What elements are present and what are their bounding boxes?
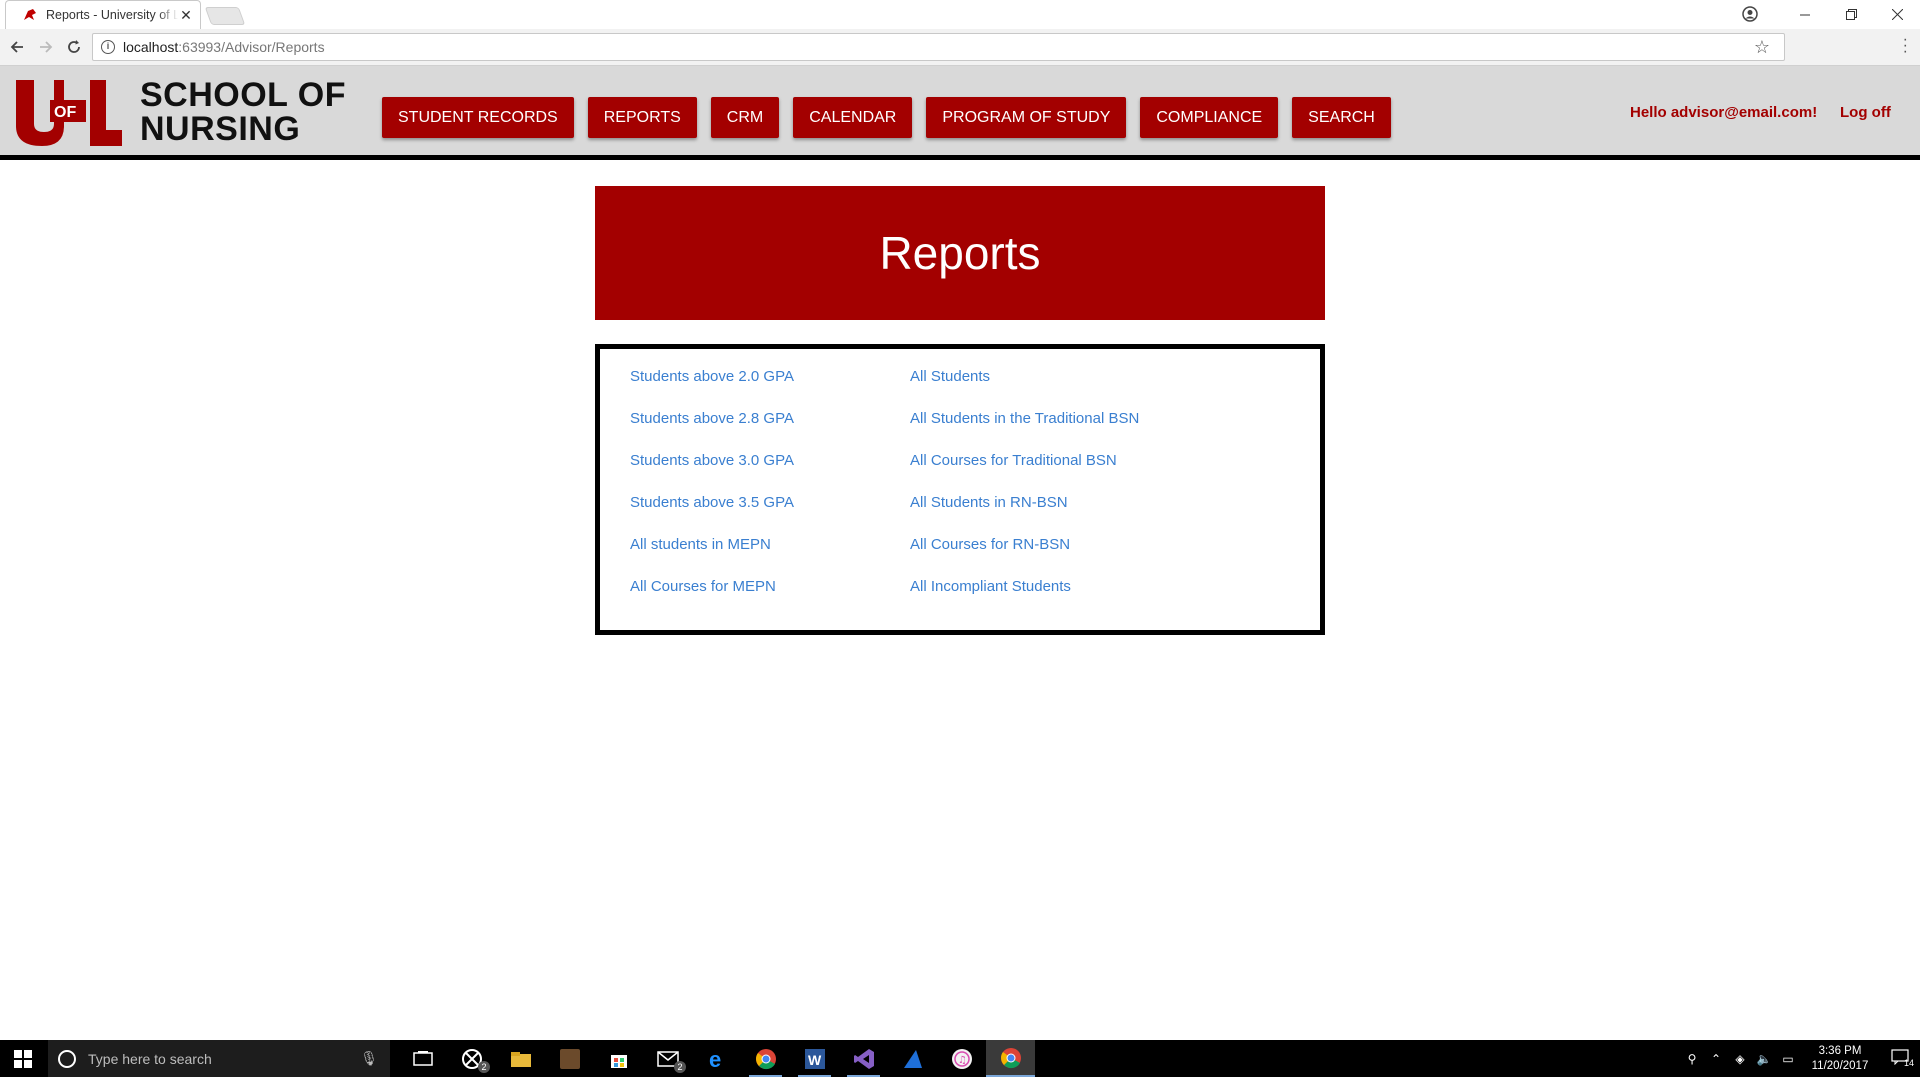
- browser-menu-icon[interactable]: · · ·: [1903, 32, 1908, 60]
- xbox-badge: 2: [478, 1061, 490, 1073]
- nav-crm[interactable]: CRM: [710, 97, 780, 138]
- windows-start-icon[interactable]: [0, 1040, 46, 1077]
- nav-program-of-study[interactable]: PROGRAM OF STUDY: [926, 97, 1127, 138]
- minimize-icon[interactable]: [1782, 0, 1828, 29]
- taskbar-search-box[interactable]: Type here to search 🎙: [48, 1040, 390, 1077]
- minecraft-icon[interactable]: [545, 1040, 594, 1077]
- clock[interactable]: 3:36 PM 11/20/2017: [1800, 1044, 1880, 1074]
- report-link-mepn-students[interactable]: All students in MEPN: [630, 535, 794, 577]
- file-explorer-icon[interactable]: [496, 1040, 545, 1077]
- browser-tabstrip: Reports - University of Louisville ✕: [0, 0, 1920, 29]
- nav-compliance[interactable]: COMPLIANCE: [1140, 97, 1279, 138]
- volume-icon[interactable]: 🔈: [1752, 1052, 1776, 1066]
- address-bar[interactable]: i localhost:63993/Advisor/Reports ☆: [92, 33, 1785, 61]
- user-greeting-link[interactable]: Hello advisor@email.com!: [1630, 104, 1817, 121]
- site-header: OF SCHOOL OF NURSING STUDENT RECORDS REP…: [0, 66, 1920, 160]
- people-icon[interactable]: ⚲: [1680, 1052, 1704, 1066]
- school-name-line2: NURSING: [140, 110, 301, 148]
- svg-text:♫: ♫: [958, 1055, 967, 1066]
- svg-text:W: W: [808, 1052, 822, 1068]
- microphone-icon[interactable]: 🎙: [360, 1050, 378, 1067]
- page-title: Reports: [879, 227, 1041, 279]
- svg-text:OF: OF: [54, 104, 76, 121]
- xbox-icon[interactable]: 2: [447, 1040, 496, 1077]
- chrome-icon[interactable]: [741, 1040, 790, 1077]
- nav-student-records[interactable]: STUDENT RECORDS: [382, 97, 574, 138]
- action-center-icon[interactable]: 14: [1880, 1049, 1920, 1068]
- tab-title: Reports - University of Louisville: [46, 8, 178, 22]
- uofl-logo[interactable]: OF: [14, 78, 124, 148]
- report-link-traditional-bsn-courses[interactable]: All Courses for Traditional BSN: [910, 451, 1139, 493]
- restore-icon[interactable]: [1828, 0, 1874, 29]
- report-link-all-students[interactable]: All Students: [910, 367, 1139, 409]
- store-icon[interactable]: [594, 1040, 643, 1077]
- reports-right-column: All Students All Students in the Traditi…: [910, 367, 1139, 619]
- report-link-rn-bsn-courses[interactable]: All Courses for RN-BSN: [910, 535, 1139, 577]
- cardinal-favicon-icon: [24, 9, 36, 20]
- school-name: SCHOOL OF NURSING: [140, 78, 346, 146]
- dropbox-icon[interactable]: ◈: [1728, 1052, 1752, 1066]
- word-icon[interactable]: W: [790, 1040, 839, 1077]
- mail-icon[interactable]: 2: [643, 1040, 692, 1077]
- new-tab-button[interactable]: [204, 7, 246, 25]
- forward-icon[interactable]: [35, 36, 57, 58]
- window-controls: [1782, 0, 1920, 29]
- notification-count: 14: [1903, 1058, 1914, 1068]
- page-title-banner: Reports: [595, 186, 1325, 320]
- report-link-mepn-courses[interactable]: All Courses for MEPN: [630, 577, 794, 619]
- nav-reports[interactable]: REPORTS: [587, 97, 697, 138]
- show-hidden-icons-icon[interactable]: ⌃: [1704, 1052, 1728, 1066]
- report-link-rn-bsn-students[interactable]: All Students in RN-BSN: [910, 493, 1139, 535]
- report-link-traditional-bsn-students[interactable]: All Students in the Traditional BSN: [910, 409, 1139, 451]
- edge-icon[interactable]: e: [692, 1040, 741, 1077]
- browser-tab[interactable]: Reports - University of Louisville ✕: [5, 0, 201, 29]
- reports-left-column: Students above 2.0 GPA Students above 2.…: [630, 367, 794, 619]
- report-link-gpa-3-0[interactable]: Students above 3.0 GPA: [630, 451, 794, 493]
- network-icon[interactable]: ▭: [1776, 1052, 1800, 1066]
- task-view-icon[interactable]: [398, 1040, 447, 1077]
- profile-icon[interactable]: [1740, 4, 1760, 24]
- chrome-active-icon[interactable]: [986, 1040, 1035, 1077]
- nav-calendar[interactable]: CALENDAR: [793, 97, 913, 138]
- taskbar-search-placeholder: Type here to search: [88, 1050, 212, 1067]
- report-link-gpa-2-8[interactable]: Students above 2.8 GPA: [630, 409, 794, 451]
- report-link-gpa-2-0[interactable]: Students above 2.0 GPA: [630, 367, 794, 409]
- browser-toolbar: i localhost:63993/Advisor/Reports ☆ · · ·: [0, 29, 1920, 66]
- site-info-icon[interactable]: i: [101, 40, 115, 54]
- clock-time: 3:36 PM: [1818, 1044, 1862, 1057]
- system-tray: ⚲ ⌃ ◈ 🔈 ▭ 3:36 PM 11/20/2017 14: [1680, 1040, 1920, 1077]
- visual-studio-icon[interactable]: [839, 1040, 888, 1077]
- school-name-line1: SCHOOL OF: [140, 76, 346, 114]
- reports-panel: Students above 2.0 GPA Students above 2.…: [595, 344, 1325, 635]
- main-nav: STUDENT RECORDS REPORTS CRM CALENDAR PRO…: [382, 97, 1391, 138]
- back-icon[interactable]: [6, 36, 28, 58]
- taskbar: Type here to search 🎙 2 2 e W ♫ ⚲ ⌃ ◈ 🔈 …: [0, 1040, 1920, 1077]
- itunes-icon[interactable]: ♫: [937, 1040, 986, 1077]
- address-url: localhost:63993/Advisor/Reports: [123, 39, 325, 55]
- tab-close-icon[interactable]: ✕: [178, 7, 194, 24]
- log-off-link[interactable]: Log off: [1840, 104, 1891, 121]
- report-link-gpa-3-5[interactable]: Students above 3.5 GPA: [630, 493, 794, 535]
- clock-date: 11/20/2017: [1811, 1059, 1869, 1072]
- mail-badge: 2: [674, 1061, 686, 1073]
- cortana-icon: [58, 1049, 76, 1068]
- taskbar-apps: 2 2 e W ♫: [398, 1040, 1035, 1077]
- svg-text:e: e: [709, 1048, 721, 1070]
- reload-icon[interactable]: [63, 36, 85, 58]
- report-link-incompliant-students[interactable]: All Incompliant Students: [910, 577, 1139, 619]
- bookmark-star-icon[interactable]: ☆: [1754, 37, 1770, 58]
- nav-search[interactable]: SEARCH: [1292, 97, 1391, 138]
- close-window-icon[interactable]: [1874, 0, 1920, 29]
- fin-app-icon[interactable]: [888, 1040, 937, 1077]
